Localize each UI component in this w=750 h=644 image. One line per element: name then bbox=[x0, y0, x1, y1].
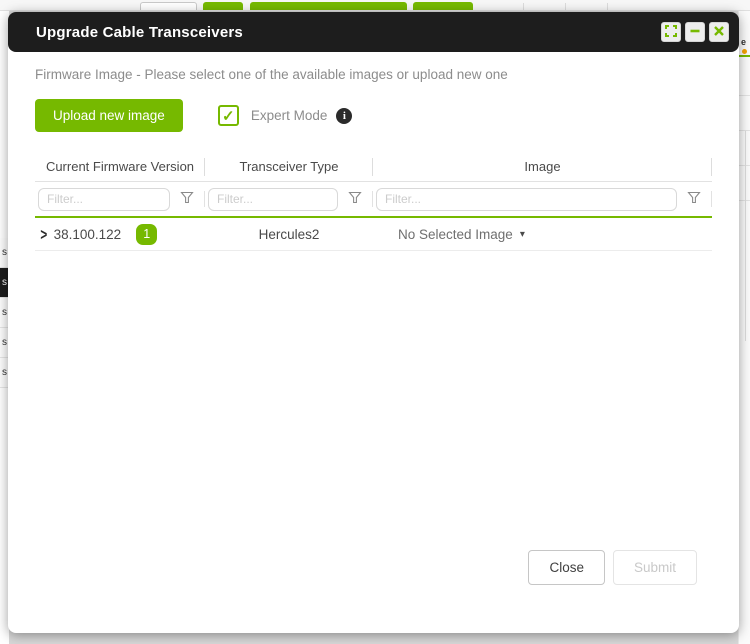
background-row-label: s bbox=[2, 367, 7, 378]
screen: s s s s s e Upgrade Cable Transceivers F… bbox=[0, 0, 750, 644]
image-select-dropdown[interactable]: No Selected Image ▾ bbox=[398, 227, 525, 242]
dialog-titlebar: Upgrade Cable Transceivers bbox=[8, 12, 739, 52]
image-select-value: No Selected Image bbox=[398, 226, 513, 242]
table-filter-row bbox=[35, 182, 712, 218]
background-orange-dot bbox=[742, 49, 747, 54]
info-icon[interactable]: i bbox=[336, 107, 353, 124]
upgrade-cable-transceivers-dialog: Upgrade Cable Transceivers Firmware Imag… bbox=[8, 12, 739, 633]
image-cell: No Selected Image ▾ bbox=[373, 227, 712, 242]
funnel-icon bbox=[348, 191, 362, 207]
background-partial-button bbox=[140, 2, 197, 10]
background-row-label: s bbox=[2, 337, 7, 348]
checkmark-icon: ✓ bbox=[222, 107, 235, 125]
dialog-footer: Close Submit bbox=[528, 550, 697, 585]
firmware-version-value: 38.100.122 bbox=[53, 226, 122, 242]
firmware-image-description: Firmware Image - Please select one of th… bbox=[35, 67, 508, 82]
maximize-icon bbox=[665, 24, 677, 40]
close-icon bbox=[713, 25, 725, 40]
background-divider bbox=[523, 3, 524, 10]
chevron-down-icon: ▾ bbox=[519, 228, 525, 240]
table-header-row: Current Firmware Version Transceiver Typ… bbox=[35, 152, 712, 182]
background-partial-button bbox=[413, 2, 473, 10]
background-edge-label: e bbox=[741, 37, 747, 47]
count-badge: 1 bbox=[136, 223, 158, 245]
background-row-label: s bbox=[2, 307, 7, 318]
row-expander-icon[interactable]: > bbox=[40, 225, 47, 244]
image-filter-input[interactable] bbox=[376, 187, 677, 211]
background-row-line bbox=[739, 95, 750, 96]
image-filter-button[interactable] bbox=[687, 191, 701, 207]
table-row[interactable]: > 38.100.122 1 Hercules2 No Selected Ima… bbox=[35, 218, 712, 251]
firmware-version-filter-input[interactable] bbox=[38, 187, 170, 211]
background-top-strip bbox=[0, 0, 750, 11]
submit-button[interactable]: Submit bbox=[612, 550, 697, 585]
background-partial-button bbox=[203, 2, 243, 10]
funnel-icon bbox=[687, 191, 701, 207]
funnel-icon bbox=[180, 191, 194, 207]
transceiver-type-cell: Hercules2 bbox=[258, 226, 320, 242]
transceiver-type-filter-button[interactable] bbox=[348, 191, 362, 207]
background-row-label: s bbox=[2, 247, 7, 258]
dialog-title: Upgrade Cable Transceivers bbox=[36, 23, 243, 41]
background-divider bbox=[565, 3, 566, 10]
firmware-version-filter-button[interactable] bbox=[180, 191, 194, 207]
upload-new-image-button[interactable]: Upload new image bbox=[35, 99, 183, 132]
column-header-transceiver-type[interactable]: Transceiver Type bbox=[205, 159, 373, 174]
info-glyph: i bbox=[342, 109, 346, 122]
close-button[interactable] bbox=[709, 22, 729, 42]
controls-row: Upload new image ✓ Expert Mode i bbox=[35, 99, 712, 132]
firmware-version-cell: > 38.100.122 1 bbox=[35, 223, 205, 245]
minimize-icon bbox=[689, 25, 701, 40]
maximize-button[interactable] bbox=[661, 22, 681, 42]
background-right-strip: e bbox=[738, 11, 750, 644]
filter-cell bbox=[205, 187, 373, 211]
background-partial-button bbox=[250, 2, 407, 10]
background-column-line bbox=[745, 131, 746, 341]
expert-mode-checkbox[interactable]: ✓ bbox=[217, 105, 239, 126]
minimize-button[interactable] bbox=[685, 22, 705, 42]
background-divider bbox=[607, 3, 608, 10]
column-header-image[interactable]: Image bbox=[373, 159, 712, 174]
background-green-line bbox=[739, 55, 750, 57]
background-row-label: s bbox=[2, 277, 7, 288]
expert-mode-label: Expert Mode bbox=[250, 108, 328, 123]
transceiver-type-filter-input[interactable] bbox=[208, 187, 338, 211]
column-header-current-firmware-version[interactable]: Current Firmware Version bbox=[35, 159, 205, 174]
close-dialog-button[interactable]: Close bbox=[528, 550, 605, 585]
window-controls bbox=[661, 22, 729, 42]
filter-cell bbox=[35, 187, 205, 211]
dialog-body: Firmware Image - Please select one of th… bbox=[8, 52, 739, 633]
filter-cell bbox=[373, 187, 712, 211]
transceivers-table: Current Firmware Version Transceiver Typ… bbox=[35, 152, 712, 251]
